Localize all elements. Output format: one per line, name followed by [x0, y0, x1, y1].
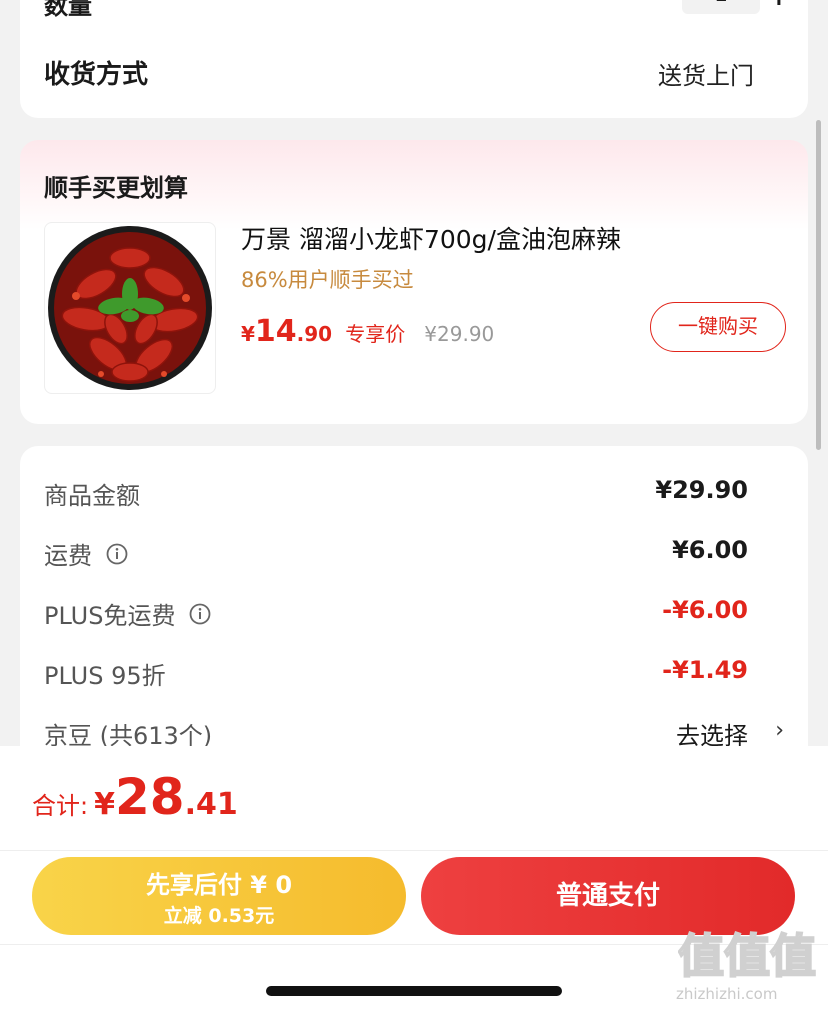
- delivery-method-label: 收货方式: [44, 60, 149, 90]
- pay-later-button[interactable]: 先享后付 ¥ 0 立减 0.53元: [32, 857, 406, 935]
- plus-free-shipping-row: PLUS免运费 -¥6.00: [44, 594, 784, 634]
- total-decimal: .41: [184, 787, 238, 822]
- quantity-input[interactable]: 1: [682, 0, 760, 14]
- info-icon[interactable]: [189, 603, 211, 625]
- plus-discount-label: PLUS 95折: [44, 662, 166, 690]
- home-indicator[interactable]: [266, 986, 562, 996]
- upsell-sold-text: 86%用户顺手买过: [241, 268, 414, 292]
- quantity-increase-button[interactable]: +: [768, 0, 790, 12]
- upsell-price: ¥14.90 专享价 ¥29.90: [241, 314, 494, 349]
- exclusive-price-tag: 专享价: [345, 322, 406, 346]
- goods-amount-label: 商品金额: [44, 482, 140, 510]
- upsell-product-name[interactable]: 万景 溜溜小龙虾700g/盒油泡麻辣: [241, 220, 621, 256]
- original-price: ¥29.90: [424, 322, 495, 346]
- divider: [0, 850, 828, 851]
- watermark-site: zhizhizhi.com: [676, 985, 778, 1003]
- upsell-title: 顺手买更划算: [44, 174, 188, 202]
- total-integer: 28: [114, 768, 185, 826]
- plus-free-shipping-label: PLUS免运费: [44, 596, 211, 631]
- checkout-page: 数量 1 + 收货方式 送货上门 顺手买更划算: [0, 0, 828, 1012]
- order-total: 合计: ¥28.41: [32, 768, 238, 826]
- goods-amount-value: ¥29.90: [655, 476, 748, 504]
- quantity-row: 数量 1 +: [44, 0, 790, 20]
- plus-discount-row: PLUS 95折 -¥1.49: [44, 654, 784, 694]
- crayfish-plate-image[interactable]: [44, 222, 216, 394]
- watermark-logo: 值值值: [678, 928, 817, 982]
- goods-amount-row: 商品金额 ¥29.90: [44, 474, 784, 514]
- shipping-value: ¥6.00: [672, 536, 748, 564]
- watermark-logo-text: 值值值: [678, 929, 816, 982]
- price-integer: 14: [254, 314, 297, 349]
- pay-later-label: 先享后付 ¥ 0: [145, 871, 293, 899]
- shipping-label: 运费: [44, 536, 128, 571]
- one-click-buy-button[interactable]: 一键购买: [650, 302, 786, 352]
- price-summary-card: 商品金额 ¥29.90 运费 ¥6.00 PLUS免运费 -¥6.00 PLUS…: [20, 446, 808, 766]
- order-options-card: 数量 1 + 收货方式 送货上门: [20, 0, 808, 118]
- chevron-right-icon[interactable]: ›: [775, 718, 784, 743]
- quantity-label: 数量: [44, 0, 92, 20]
- delivery-method-value[interactable]: 送货上门: [658, 56, 754, 91]
- total-currency: ¥: [94, 787, 115, 822]
- scrollbar[interactable]: [816, 120, 821, 450]
- pay-later-discount: 立减 0.53元: [163, 905, 275, 927]
- total-label: 合计:: [32, 792, 89, 820]
- price-currency: ¥: [241, 322, 255, 346]
- plus-free-shipping-value: -¥6.00: [662, 596, 748, 624]
- plus-discount-value: -¥1.49: [662, 656, 748, 684]
- upsell-card: 顺手买更划算 万景 溜溜小龙虾700g/盒油泡麻辣 86%用户顺手买过 ¥14.…: [20, 140, 808, 424]
- crayfish-plate-icon: [48, 226, 212, 390]
- price-decimal: .90: [296, 322, 333, 346]
- info-icon[interactable]: [106, 543, 128, 565]
- shipping-row: 运费 ¥6.00: [44, 534, 784, 574]
